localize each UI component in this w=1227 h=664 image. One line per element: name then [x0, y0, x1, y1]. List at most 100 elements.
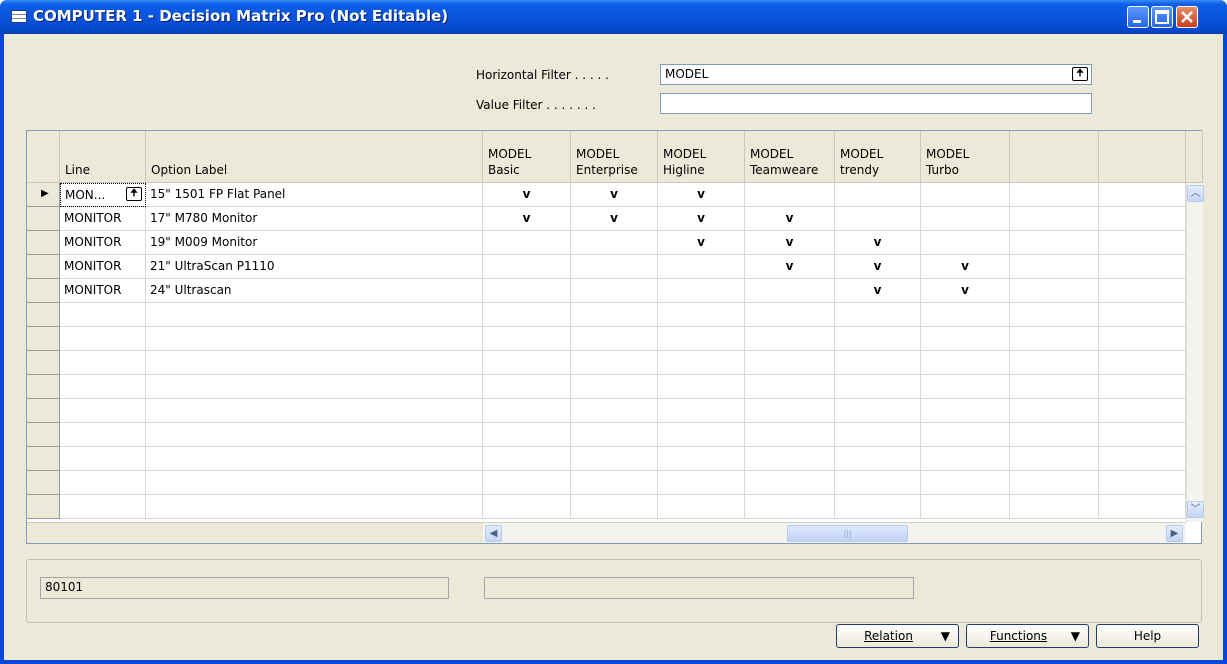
lookup-button[interactable]: 🠉 [1072, 67, 1088, 81]
cell-model-check[interactable]: v [745, 207, 835, 231]
cell-line[interactable]: MONITOR [60, 231, 146, 255]
cell-line[interactable] [60, 327, 146, 351]
cell-model-check[interactable] [483, 375, 571, 399]
column-header-model[interactable]: MODEL Teamweare [745, 131, 835, 183]
title-bar[interactable]: COMPUTER 1 - Decision Matrix Pro (Not Ed… [0, 0, 1227, 34]
row-selector[interactable] [27, 231, 60, 255]
cell-model-check[interactable] [1010, 255, 1099, 279]
cell-model-check[interactable] [921, 351, 1010, 375]
cell-model-check[interactable] [835, 495, 921, 519]
cell-line[interactable] [60, 423, 146, 447]
cell-option-label[interactable] [146, 471, 483, 495]
table-row[interactable] [27, 327, 1186, 351]
cell-line[interactable] [60, 495, 146, 519]
column-header-model[interactable]: MODEL Turbo [921, 131, 1010, 183]
cell-model-check[interactable] [921, 207, 1010, 231]
cell-option-label[interactable] [146, 351, 483, 375]
line-lookup-button[interactable]: 🠉 [126, 187, 142, 201]
scroll-up-button[interactable]: ︿ [1187, 185, 1204, 202]
cell-model-check[interactable] [921, 423, 1010, 447]
column-header-model[interactable]: MODEL trendy [835, 131, 921, 183]
row-selector[interactable] [27, 351, 60, 375]
cell-model-check[interactable] [483, 495, 571, 519]
cell-model-check[interactable] [745, 303, 835, 327]
cell-model-check[interactable] [571, 447, 658, 471]
column-header-model[interactable] [1010, 131, 1099, 183]
cell-option-label[interactable] [146, 423, 483, 447]
cell-model-check[interactable] [658, 471, 745, 495]
cell-model-check[interactable]: v [571, 207, 658, 231]
cell-model-check[interactable] [658, 423, 745, 447]
cell-model-check[interactable] [658, 255, 745, 279]
cell-model-check[interactable] [1010, 447, 1099, 471]
cell-model-check[interactable] [658, 375, 745, 399]
cell-line[interactable]: MONITOR [60, 207, 146, 231]
cell-model-check[interactable] [571, 471, 658, 495]
cell-model-check[interactable] [921, 399, 1010, 423]
cell-model-check[interactable] [1010, 471, 1099, 495]
cell-line[interactable] [60, 351, 146, 375]
column-header-line[interactable]: Line [60, 131, 146, 183]
cell-model-check[interactable] [1099, 447, 1186, 471]
cell-model-check[interactable] [835, 471, 921, 495]
cell-model-check[interactable] [571, 399, 658, 423]
cell-option-label[interactable]: 19" M009 Monitor [146, 231, 483, 255]
cell-line[interactable]: MONITOR [60, 279, 146, 303]
cell-model-check[interactable] [571, 279, 658, 303]
horizontal-filter-field[interactable]: MODEL 🠉 [660, 64, 1092, 85]
cell-model-check[interactable]: v [483, 207, 571, 231]
cell-model-check[interactable]: v [921, 279, 1010, 303]
table-row[interactable] [27, 471, 1186, 495]
cell-model-check[interactable] [745, 183, 835, 207]
functions-button[interactable]: Functions ▼ [966, 624, 1089, 648]
table-row[interactable]: MONITOR 19" M009 Monitor v v v [27, 231, 1186, 255]
cell-model-check[interactable] [745, 279, 835, 303]
cell-model-check[interactable] [1099, 495, 1186, 519]
cell-model-check[interactable] [745, 375, 835, 399]
cell-line[interactable] [60, 375, 146, 399]
cell-model-check[interactable]: v [921, 255, 1010, 279]
cell-model-check[interactable] [1099, 327, 1186, 351]
cell-model-check[interactable] [1010, 423, 1099, 447]
cell-model-check[interactable] [835, 447, 921, 471]
help-button[interactable]: Help [1096, 624, 1199, 648]
cell-model-check[interactable] [483, 279, 571, 303]
cell-model-check[interactable] [1099, 255, 1186, 279]
column-header-option-label[interactable]: Option Label [146, 131, 483, 183]
maximize-button[interactable] [1151, 6, 1173, 28]
cell-model-check[interactable] [745, 351, 835, 375]
cell-model-check[interactable] [921, 471, 1010, 495]
scroll-right-button[interactable]: ▶ [1166, 525, 1183, 542]
cell-model-check[interactable] [571, 327, 658, 351]
cell-option-label[interactable]: 24" Ultrascan [146, 279, 483, 303]
row-selector[interactable] [27, 495, 60, 519]
cell-model-check[interactable] [571, 495, 658, 519]
cell-option-label[interactable] [146, 303, 483, 327]
cell-model-check[interactable] [571, 303, 658, 327]
horizontal-scrollbar[interactable]: ◀ ||| ▶ [483, 522, 1186, 543]
cell-option-label[interactable] [146, 495, 483, 519]
cell-option-label[interactable] [146, 327, 483, 351]
cell-model-check[interactable] [1010, 279, 1099, 303]
cell-model-check[interactable] [835, 351, 921, 375]
table-row[interactable] [27, 399, 1186, 423]
cell-option-label[interactable]: 17" M780 Monitor [146, 207, 483, 231]
row-selector[interactable] [27, 399, 60, 423]
cell-model-check[interactable] [1010, 327, 1099, 351]
cell-model-check[interactable] [1099, 207, 1186, 231]
table-row[interactable] [27, 351, 1186, 375]
cell-model-check[interactable] [658, 303, 745, 327]
relation-button[interactable]: Relation ▼ [836, 624, 959, 648]
table-row[interactable] [27, 375, 1186, 399]
cell-model-check[interactable] [835, 183, 921, 207]
cell-line[interactable]: MONITOR [60, 255, 146, 279]
cell-model-check[interactable] [1010, 207, 1099, 231]
cell-model-check[interactable]: v [745, 231, 835, 255]
column-header-model[interactable]: MODEL Higline [658, 131, 745, 183]
cell-model-check[interactable] [483, 327, 571, 351]
row-selector[interactable] [27, 375, 60, 399]
row-selector[interactable] [27, 447, 60, 471]
cell-model-check[interactable] [745, 327, 835, 351]
cell-model-check[interactable] [658, 399, 745, 423]
cell-model-check[interactable] [745, 399, 835, 423]
